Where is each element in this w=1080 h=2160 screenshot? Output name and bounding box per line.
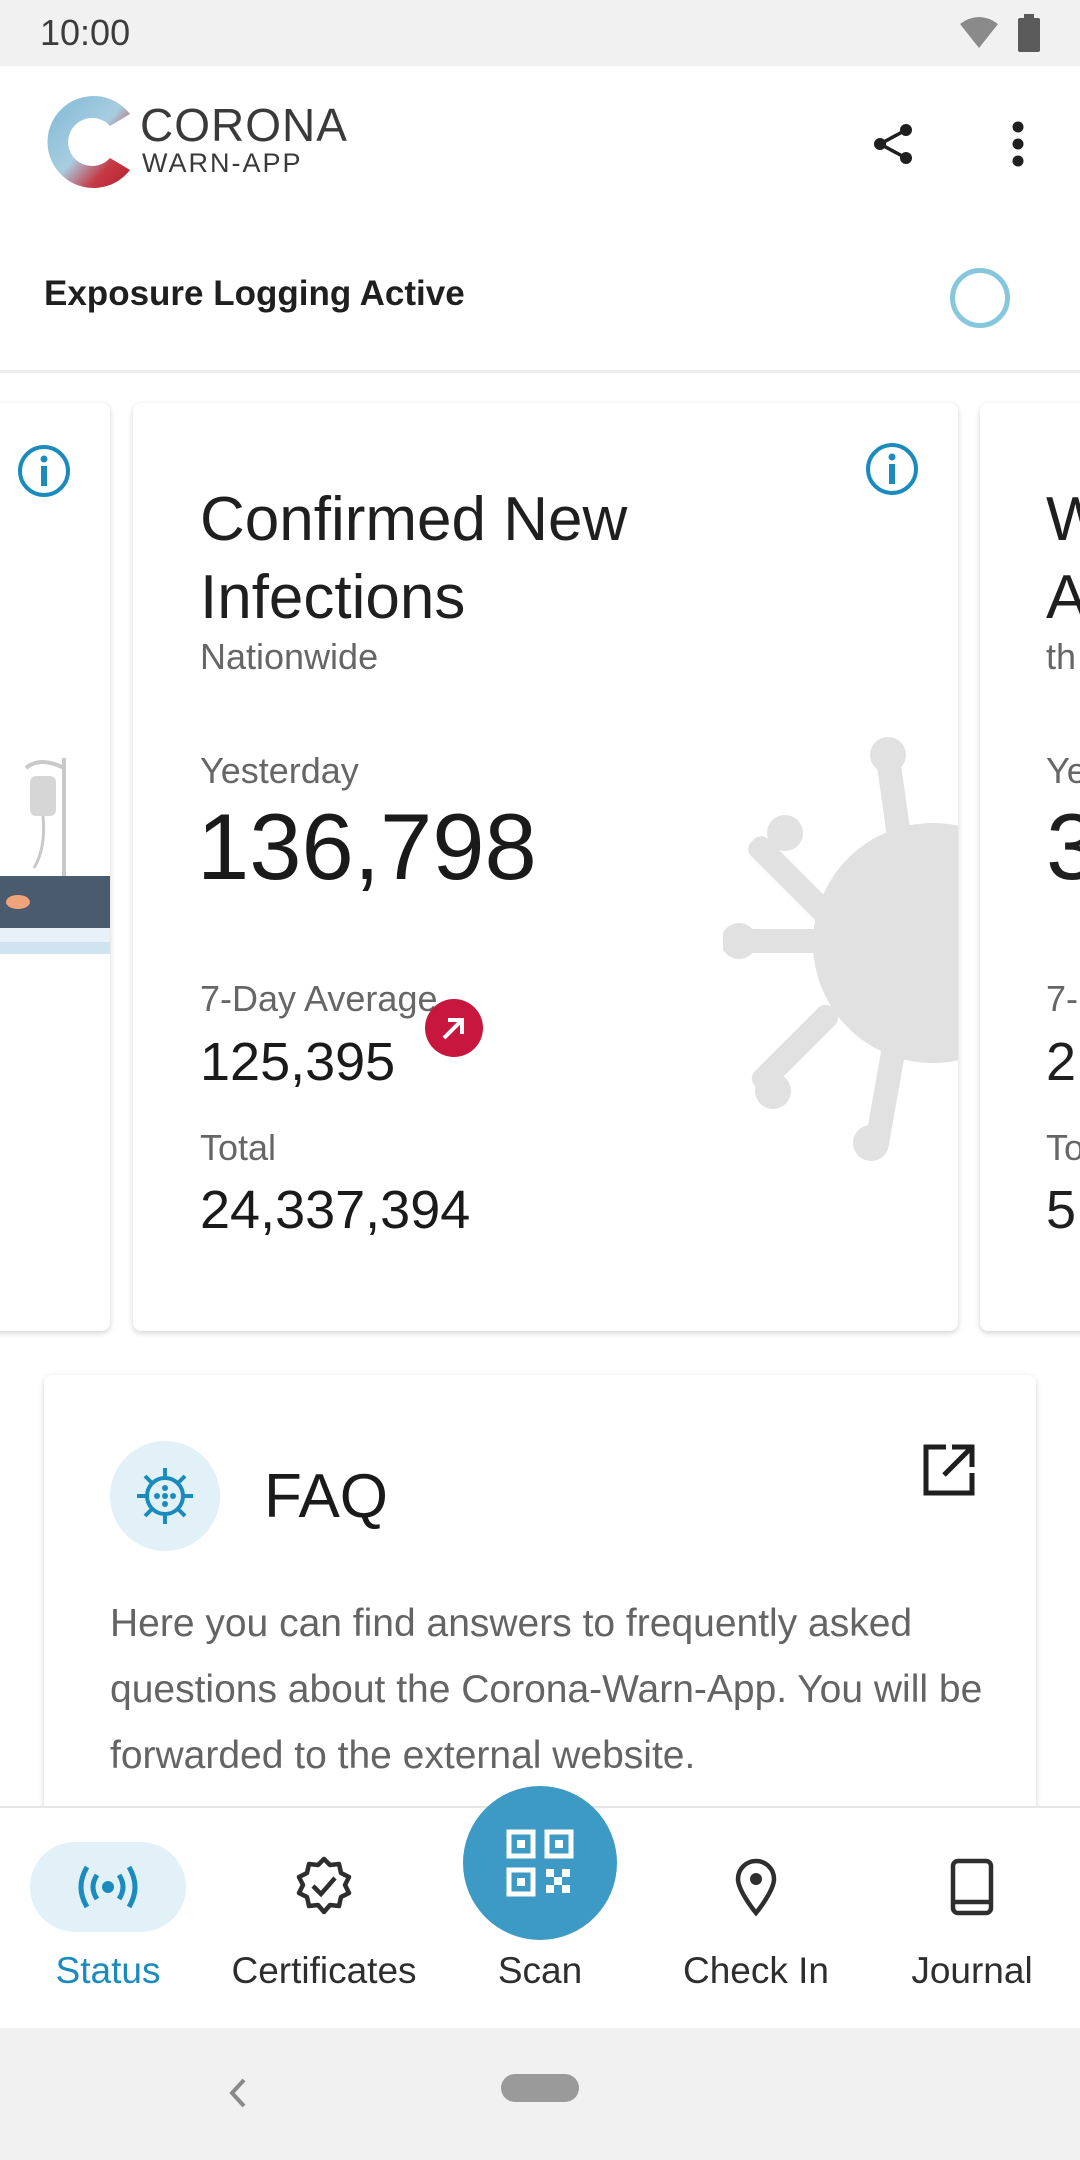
certificate-badge-icon — [296, 1856, 352, 1915]
location-pin-icon — [735, 1858, 777, 1917]
system-home-handle[interactable] — [501, 2074, 579, 2102]
exposure-logging-row[interactable]: Exposure Logging Active — [0, 216, 1080, 370]
nav-label-scan: Scan — [497, 1950, 583, 1991]
nav-item-check-in[interactable]: Check In — [648, 1808, 864, 2030]
statistics-card-infections[interactable]: Confirmed New Infections Nationwide Yest… — [133, 403, 958, 1331]
total-value: 24,337,394 — [200, 1180, 471, 1240]
nav-item-status[interactable]: Status — [0, 1808, 216, 2030]
card-title: Confirmed New Infections — [200, 481, 760, 637]
peek-label-3: To — [1046, 1127, 1080, 1168]
yesterday-label: Yesterday — [200, 750, 359, 791]
wifi-icon — [960, 17, 998, 48]
nav-item-certificates[interactable]: Certificates — [216, 1808, 432, 2030]
seven-day-average-label: 7-Day Average — [200, 978, 438, 1019]
nav-item-journal[interactable]: Journal — [864, 1808, 1080, 2030]
seven-day-average-value: 125,395 — [200, 1032, 396, 1092]
virus-icon — [137, 1468, 193, 1524]
peek-value-1: 3 — [1046, 794, 1080, 899]
card-title-line2: Infections — [200, 563, 466, 632]
peek-value-3: 5, — [1046, 1180, 1080, 1240]
nav-label-status: Status — [55, 1950, 161, 1991]
status-icon-pill — [30, 1842, 186, 1932]
nav-label-journal: Journal — [911, 1950, 1033, 1991]
journal-book-icon — [950, 1858, 994, 1916]
status-time: 10:00 — [40, 12, 131, 53]
card-title-line1: Confirmed New — [200, 485, 628, 554]
system-navigation-bar — [0, 2028, 1080, 2160]
exposure-status-ring-icon — [950, 268, 1010, 328]
faq-description: Here you can find answers to frequently … — [110, 1602, 983, 1777]
peek-label-2: 7- — [1046, 978, 1079, 1019]
nav-label-certificates: Certificates — [231, 1950, 417, 1991]
chevron-left-icon — [229, 2078, 246, 2108]
scan-qr-button[interactable] — [463, 1786, 617, 1940]
peek-value-2: 2 — [1046, 1032, 1077, 1092]
divider — [0, 370, 1080, 373]
peek-title-line1: W — [1046, 485, 1080, 554]
peek-subtitle: th — [1046, 636, 1077, 677]
status-bar: 10:00 — [0, 0, 1080, 66]
yesterday-value: 136,798 — [197, 794, 537, 899]
card-subtitle: Nationwide — [200, 636, 379, 677]
exposure-logging-label: Exposure Logging Active — [44, 274, 465, 313]
check-in-icon-wrap — [678, 1842, 834, 1932]
share-icon — [874, 124, 912, 164]
faq-avatar — [110, 1441, 220, 1551]
peek-label-1: Ye — [1046, 750, 1080, 791]
statistics-card-previous[interactable] — [0, 403, 110, 1331]
more-vert-icon — [1012, 121, 1024, 167]
certificates-icon-wrap — [246, 1842, 402, 1932]
trend-up-icon — [425, 999, 483, 1057]
overflow-menu-button[interactable] — [990, 116, 1046, 172]
open-external-button[interactable] — [916, 1437, 982, 1503]
qr-code-icon — [506, 1829, 574, 1897]
open-in-new-icon — [923, 1444, 975, 1496]
share-button[interactable] — [866, 116, 922, 172]
faq-title: FAQ — [264, 1462, 389, 1531]
logo-title: CORONA — [140, 99, 348, 151]
system-back-button[interactable] — [218, 2068, 258, 2118]
info-icon[interactable] — [864, 441, 920, 497]
statistics-card-next[interactable]: W A th Ye 3 7- 2 To 5, — [980, 403, 1080, 1331]
corona-warn-app-logo-icon — [47, 95, 131, 188]
virus-illustration — [723, 737, 958, 1161]
info-icon — [18, 445, 70, 497]
logo-subtitle: WARN-APP — [142, 148, 303, 178]
status-icons — [958, 14, 1040, 52]
nav-label-check-in: Check In — [682, 1950, 829, 1991]
status-broadcast-icon — [78, 1865, 138, 1909]
peek-title-line2: A — [1046, 563, 1080, 632]
hospital-bed-illustration — [0, 758, 110, 954]
total-label: Total — [200, 1127, 277, 1168]
app-bar: CORONA WARN-APP — [0, 66, 1080, 216]
journal-icon-wrap — [894, 1842, 1050, 1932]
battery-icon — [1018, 14, 1040, 52]
